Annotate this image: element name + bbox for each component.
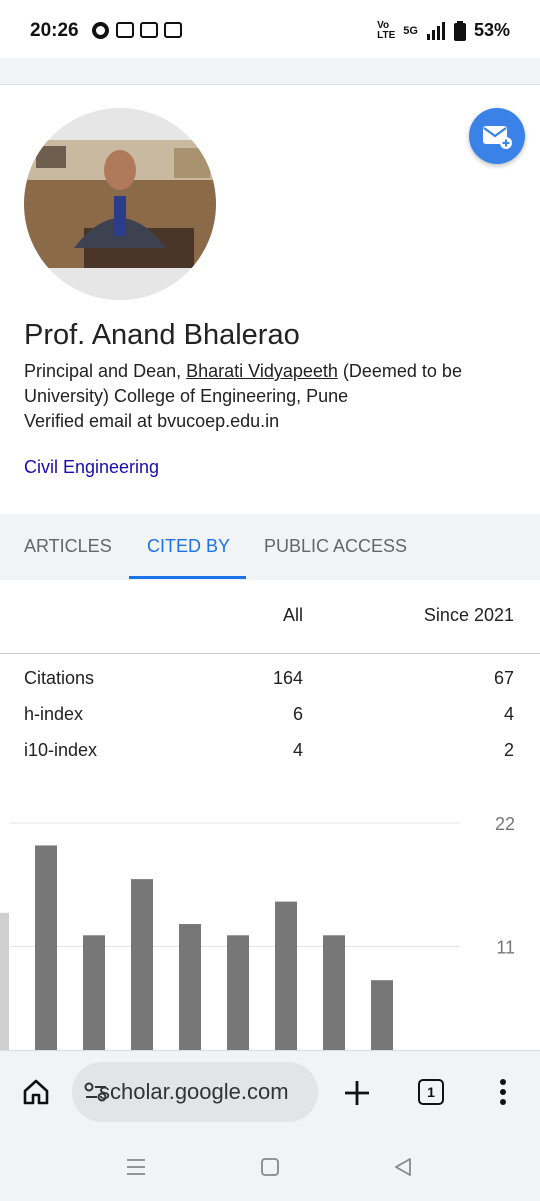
status-time: 20:26	[30, 20, 79, 41]
row-label-h-index: h-index	[24, 704, 84, 724]
tab-articles[interactable]: ARTICLES	[24, 536, 112, 557]
header-strip	[0, 58, 540, 85]
chart-bar[interactable]	[179, 924, 201, 1050]
follow-email-button[interactable]	[469, 108, 525, 164]
url-text[interactable]: scholar.google.com	[99, 1079, 289, 1105]
cell-citations-all: 164	[272, 668, 303, 688]
tab-switcher-button[interactable]: 1	[418, 1079, 444, 1105]
tab-cited-by[interactable]: CITED BY	[147, 536, 230, 557]
citations-chart: 22 11	[0, 814, 515, 1050]
affiliation-link[interactable]: Bharati Vidyapeeth	[186, 361, 338, 381]
home-icon[interactable]	[22, 1078, 50, 1106]
network-label: 5G	[403, 24, 418, 37]
chart-bar[interactable]	[275, 901, 297, 1050]
chart-bar[interactable]	[371, 980, 393, 1050]
notification-icon	[140, 22, 158, 38]
chart-bar[interactable]	[227, 935, 249, 1050]
status-bar: 20:26 Vo LTE 5G 53%	[0, 0, 540, 58]
notification-icon	[116, 22, 134, 38]
notification-icon	[164, 22, 182, 38]
research-interest-link[interactable]: Civil Engineering	[24, 457, 159, 478]
active-tab-indicator	[129, 576, 246, 579]
chart-bar[interactable]	[83, 935, 105, 1050]
cell-h-index-since: 4	[503, 704, 514, 724]
chart-bar[interactable]	[323, 935, 345, 1050]
tab-count: 1	[427, 1084, 435, 1100]
battery-level: 53%	[473, 20, 510, 40]
signal-icon	[426, 21, 445, 40]
cell-i10-index-all: 4	[292, 740, 303, 760]
cell-i10-index-since: 2	[503, 740, 514, 760]
y-tick-label: 11	[496, 938, 515, 958]
new-tab-icon[interactable]	[343, 1079, 371, 1107]
volte-icon: Vo LTE	[377, 19, 396, 41]
recent-apps-icon[interactable]	[126, 1158, 146, 1176]
row-label-i10-index: i10-index	[24, 740, 98, 760]
address-bar[interactable]: scholar.google.com	[72, 1062, 318, 1122]
table-divider	[0, 653, 540, 654]
system-home-icon[interactable]	[260, 1157, 280, 1177]
tab-bar: ARTICLES CITED BY PUBLIC ACCESS	[0, 514, 540, 580]
record-icon	[92, 22, 109, 39]
profile-photo	[24, 108, 216, 300]
battery-icon	[453, 20, 466, 41]
profile-name: Prof. Anand Bhalerao	[24, 319, 300, 351]
column-header-all: All	[282, 605, 303, 625]
chart-bar[interactable]	[35, 845, 57, 1050]
system-back-icon[interactable]	[393, 1157, 413, 1177]
status-right: Vo LTE 5G 53%	[377, 20, 510, 41]
row-label-citations: Citations	[24, 668, 95, 688]
more-options-icon[interactable]	[499, 1078, 507, 1106]
column-header-since: Since 2021	[423, 605, 514, 625]
cell-citations-since: 67	[493, 668, 514, 688]
chart-bar[interactable]	[131, 879, 153, 1050]
mail-add-icon	[483, 126, 512, 149]
cell-h-index-all: 6	[292, 704, 303, 724]
y-tick-label: 22	[495, 814, 515, 834]
verified-email: Verified email at bvucoep.edu.in	[24, 411, 280, 431]
affiliation-prefix: Principal and Dean,	[24, 361, 187, 381]
tab-public-access[interactable]: PUBLIC ACCESS	[264, 536, 407, 557]
chart-bar[interactable]	[0, 912, 9, 1050]
url-value: scholar.google.com	[99, 1079, 289, 1104]
profile-affiliation: Principal and Dean, Bharati Vidyapeeth (…	[24, 359, 514, 409]
